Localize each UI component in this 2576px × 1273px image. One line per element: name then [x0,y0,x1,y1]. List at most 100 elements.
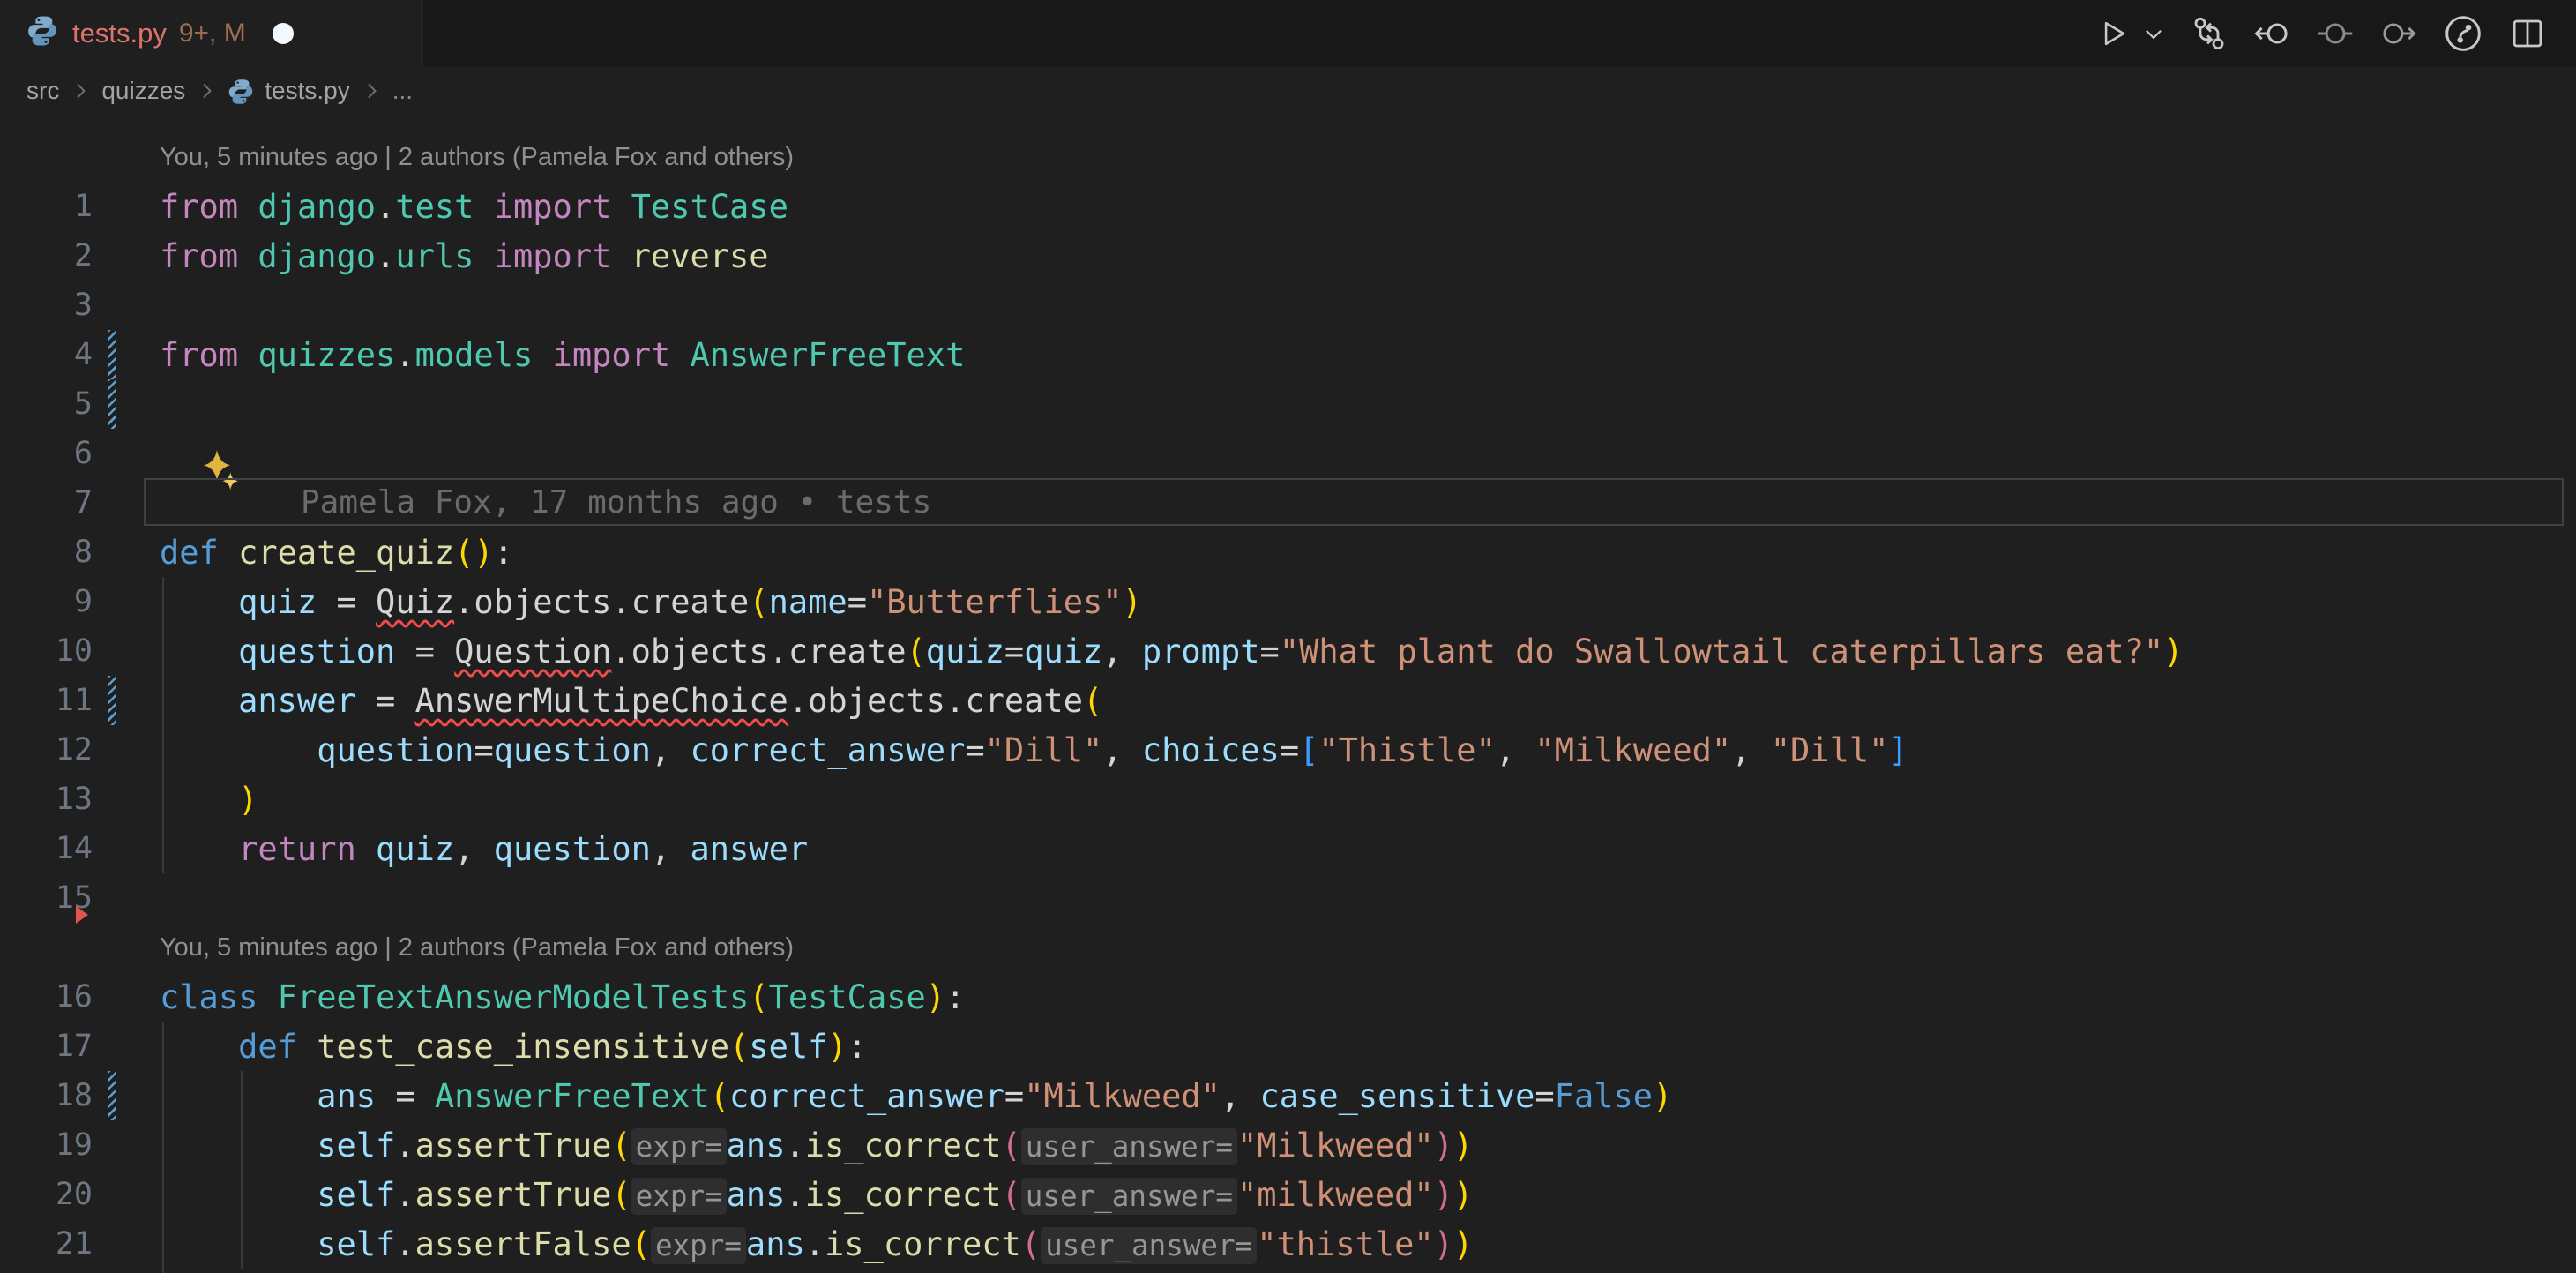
chevron-right-icon [361,80,382,101]
code-line[interactable]: 7 Pamela Fox, 17 months ago • tests [0,478,2576,528]
line-number[interactable]: 14 [0,831,93,866]
code-text: question = Question.objects.create(quiz=… [160,633,2184,670]
gutter [93,577,128,626]
gutter [93,1170,128,1219]
python-file-icon [228,77,254,105]
editor-actions [2096,0,2576,66]
code-line[interactable]: 22 [0,1269,2576,1273]
code-text: self.assertTrue(expr=ans.is_correct(user… [160,1176,1473,1214]
code-line[interactable]: 1from django.test import TestCase [0,182,2576,231]
gutter [93,379,128,429]
code-text: self.assertFalse(expr=ans.is_correct(use… [160,1225,1473,1263]
code-line[interactable]: 8def create_quiz(): [0,528,2576,577]
open-changes-icon[interactable] [2317,15,2354,52]
code-line[interactable]: 9 quiz = Quiz.objects.create(name="Butte… [0,577,2576,626]
code-line[interactable]: 4from quizzes.models import AnswerFreeTe… [0,330,2576,379]
code-line[interactable]: 2from django.urls import reverse [0,231,2576,281]
current-line-highlight-box: Pamela Fox, 17 months ago • tests [144,478,2564,526]
code-text: question=question, correct_answer="Dill"… [160,731,1908,769]
tab-bar: tests.py 9+, M [0,0,2576,66]
split-editor-icon[interactable] [2509,15,2546,52]
gutter [93,775,128,824]
modified-gutter-indicator[interactable] [108,379,116,429]
line-number[interactable]: 5 [0,386,93,422]
modified-gutter-indicator[interactable] [108,676,116,725]
tab-tests-py[interactable]: tests.py 9+, M [0,0,423,66]
previous-change-icon[interactable] [2253,15,2290,52]
python-icon [26,15,58,47]
tab-bar-spacer [423,0,2096,66]
gutter [93,231,128,281]
tab-problems-badge: 9+, M [179,19,246,49]
line-number[interactable]: 20 [0,1177,93,1212]
line-number[interactable]: 2 [0,238,93,273]
next-change-icon[interactable] [2380,15,2417,52]
run-button[interactable] [2096,17,2130,50]
gutter [93,972,128,1022]
code-text: quiz = Quiz.objects.create(name="Butterf… [160,583,1142,621]
modified-gutter-indicator[interactable] [108,1071,116,1120]
line-number[interactable]: 21 [0,1226,93,1262]
code-line[interactable]: 3 [0,281,2576,330]
breadcrumb-item-src[interactable]: src [26,77,59,105]
python-icon [228,79,254,105]
commit-graph-icon[interactable] [2444,14,2483,53]
blame-annotation-row[interactable]: You, 5 minutes ago | 2 authors (Pamela F… [0,923,2576,972]
code-line[interactable]: 20 self.assertTrue(expr=ans.is_correct(u… [0,1170,2576,1219]
code-text: def test_case_insensitive(self): [160,1028,867,1066]
code-line[interactable]: 19 self.assertTrue(expr=ans.is_correct(u… [0,1120,2576,1170]
run-dropdown-chevron[interactable] [2142,22,2165,45]
code-line[interactable]: 12 question=question, correct_answer="Di… [0,725,2576,775]
gutter [93,429,128,478]
gutter [93,528,128,577]
blame-annotation-text[interactable]: You, 5 minutes ago | 2 authors (Pamela F… [160,933,794,962]
modified-gutter-indicator[interactable] [108,330,116,379]
code-line[interactable]: 6 [0,429,2576,478]
code-line[interactable]: 17 def test_case_insensitive(self): [0,1022,2576,1071]
tab-title: tests.py [72,18,167,49]
code-line[interactable]: 15 [0,873,2576,923]
code-line[interactable]: 18 ans = AnswerFreeText(correct_answer="… [0,1071,2576,1120]
blame-annotation-row[interactable]: You, 5 minutes ago | 2 authors (Pamela F… [0,132,2576,182]
gutter [93,626,128,676]
line-number[interactable]: 19 [0,1127,93,1163]
code-text: ) [160,781,258,819]
line-number[interactable]: 17 [0,1029,93,1064]
line-number[interactable]: 13 [0,782,93,817]
code-line[interactable]: 11 answer = AnswerMultipeChoice.objects.… [0,676,2576,725]
code-line[interactable]: 16class FreeTextAnswerModelTests(TestCas… [0,972,2576,1022]
line-number[interactable]: 11 [0,683,93,718]
code-line[interactable]: 10 question = Question.objects.create(qu… [0,626,2576,676]
line-number[interactable]: 3 [0,288,93,323]
line-number[interactable]: 18 [0,1078,93,1113]
code-line[interactable]: 21 self.assertFalse(expr=ans.is_correct(… [0,1219,2576,1269]
line-number[interactable]: 9 [0,584,93,619]
breadcrumb-item-quizzes[interactable]: quizzes [101,77,185,105]
gutter [93,725,128,775]
code-line[interactable]: 14 return quiz, question, answer [0,824,2576,873]
line-number[interactable]: 4 [0,337,93,372]
editor-code-area: You, 5 minutes ago | 2 authors (Pamela F… [0,132,2576,1273]
code-line[interactable]: 5 [0,379,2576,429]
compare-changes-icon[interactable] [2191,16,2227,51]
line-number[interactable]: 1 [0,189,93,224]
line-number[interactable]: 12 [0,732,93,768]
unsaved-changes-dot[interactable] [273,23,294,44]
blame-annotation-text[interactable]: You, 5 minutes ago | 2 authors (Pamela F… [160,143,794,172]
breadcrumb-ellipsis[interactable]: ... [392,77,413,105]
gutter [93,478,128,528]
python-file-icon [26,15,58,51]
breadcrumb-item-tests-py[interactable]: tests.py [265,77,349,105]
inline-blame-text[interactable]: Pamela Fox, 17 months ago • tests [301,484,931,520]
code-text: return quiz, question, answer [160,830,808,868]
line-number[interactable]: 16 [0,979,93,1015]
change-marker-icon [76,906,88,924]
gutter [93,1219,128,1269]
line-number[interactable]: 7 [0,485,93,520]
line-number[interactable]: 6 [0,436,93,471]
line-number[interactable]: 10 [0,633,93,669]
gutter [93,1269,128,1273]
code-line[interactable]: 13 ) [0,775,2576,824]
line-number[interactable]: 8 [0,535,93,570]
code-text: ans = AnswerFreeText(correct_answer="Mil… [160,1077,1672,1115]
